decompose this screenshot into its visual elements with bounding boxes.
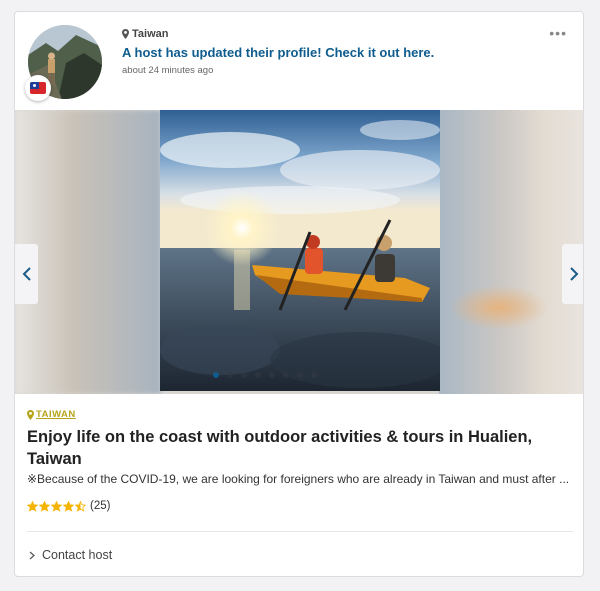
listing-rating: (25) xyxy=(27,500,110,512)
chevron-right-icon xyxy=(569,267,578,281)
listing-location-label: TAIWAN xyxy=(36,409,76,420)
post-location-label: Taiwan xyxy=(132,28,169,40)
post-headline-link[interactable]: A host has updated their profile! Check … xyxy=(122,45,434,60)
carousel-dot[interactable] xyxy=(227,372,233,378)
post-location: Taiwan xyxy=(122,28,168,40)
post-timestamp: about 24 minutes ago xyxy=(122,65,214,76)
carousel-dot[interactable] xyxy=(213,372,219,378)
review-count[interactable]: (25) xyxy=(90,500,110,512)
carousel-indicators xyxy=(213,372,317,378)
listing-title[interactable]: Enjoy life on the coast with outdoor act… xyxy=(27,426,567,470)
star-icon xyxy=(63,500,74,512)
location-pin-icon xyxy=(27,409,34,420)
star-half-icon xyxy=(75,500,86,512)
taiwan-flag-icon xyxy=(25,75,51,101)
chevron-right-icon xyxy=(29,551,35,559)
contact-host-button[interactable]: Contact host xyxy=(29,548,112,562)
star-icon xyxy=(39,500,50,512)
carousel-dot[interactable] xyxy=(269,372,275,378)
chevron-left-icon xyxy=(22,267,31,281)
listing-location-link[interactable]: TAIWAN xyxy=(27,409,76,420)
star-icon xyxy=(27,500,38,512)
carousel-dot[interactable] xyxy=(283,372,289,378)
location-pin-icon xyxy=(122,29,129,39)
carousel-dot[interactable] xyxy=(241,372,247,378)
carousel-dot[interactable] xyxy=(311,372,317,378)
listing-description: ※Because of the COVID-19, we are looking… xyxy=(27,472,570,486)
star-icon xyxy=(51,500,62,512)
carousel-dot[interactable] xyxy=(255,372,261,378)
carousel-dot[interactable] xyxy=(297,372,303,378)
contact-host-label: Contact host xyxy=(42,548,113,562)
carousel-prev-button[interactable] xyxy=(15,244,38,304)
more-horizontal-icon[interactable]: ••• xyxy=(549,25,567,41)
photo-carousel[interactable] xyxy=(15,110,583,394)
carousel-current-photo[interactable] xyxy=(160,110,440,391)
divider xyxy=(27,531,573,532)
host-update-card: Taiwan A host has updated their profile!… xyxy=(14,11,584,577)
carousel-next-button[interactable] xyxy=(562,244,583,304)
